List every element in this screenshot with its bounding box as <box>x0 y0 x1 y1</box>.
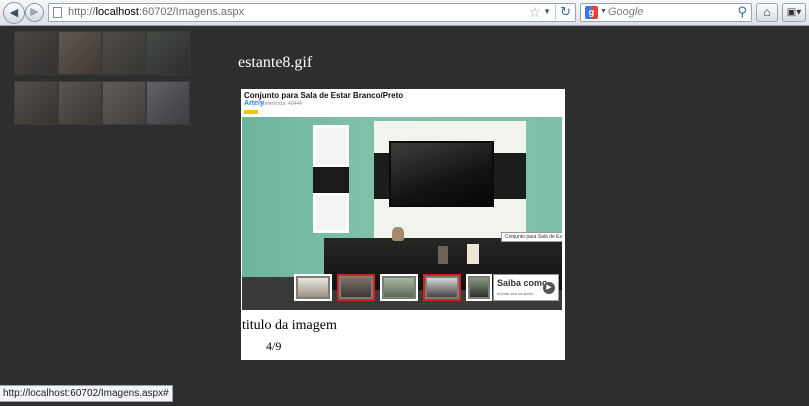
forward-arrow-icon: ▶ <box>30 6 39 18</box>
lightbox: Conjunto para Sala de Estar Branco/Preto… <box>241 89 565 360</box>
back-button[interactable]: ◀ <box>3 2 25 24</box>
url-host: localhost <box>95 6 139 18</box>
thumbnail[interactable] <box>146 31 190 75</box>
image-counter: 4/9 <box>266 339 282 353</box>
google-icon[interactable]: g <box>585 6 598 19</box>
assembly-video-button[interactable]: Saiba como montar seu conjunto ▶ <box>493 274 559 301</box>
tv-screen <box>389 141 494 207</box>
extensions-button[interactable]: ▣▾ <box>782 3 806 22</box>
page-content: estante8.gif Conjunto para Sala de Estar… <box>0 26 809 406</box>
image-filename: estante8.gif <box>238 54 313 71</box>
product-title: Conjunto para Sala de Estar Branco/Preto <box>244 91 404 100</box>
product-thumbnail[interactable] <box>380 274 418 301</box>
search-engine-dropdown-icon[interactable]: ▼ <box>600 8 607 15</box>
forward-button[interactable]: ▶ <box>25 3 44 22</box>
status-bar: http://localhost:60702/Imagens.aspx# <box>0 385 173 402</box>
chevron-down-icon[interactable]: ▼ <box>543 7 551 16</box>
shelf-unit <box>313 167 349 193</box>
search-bar[interactable]: g ▼ Google ⚲ <box>580 3 752 22</box>
back-arrow-icon: ◀ <box>9 6 19 19</box>
browser-toolbar: ◀ ▶ http://localhost:60702/Imagens.aspx … <box>0 0 809 26</box>
url-prefix: http:// <box>68 6 96 18</box>
decor-item <box>438 246 448 264</box>
thumbnail-grid <box>14 31 234 131</box>
search-icon[interactable]: ⚲ <box>737 4 747 20</box>
thumbnail[interactable] <box>146 81 190 125</box>
product-thumbnail-strip: Saiba como montar seu conjunto ▶ <box>294 274 562 304</box>
decor-item <box>392 227 404 241</box>
reload-icon[interactable]: ↻ <box>555 4 571 20</box>
extension-icon: ▣▾ <box>786 7 802 18</box>
play-icon: ▶ <box>543 282 555 294</box>
decor-item <box>467 244 479 264</box>
assembly-video-sublabel: montar seu conjunto <box>497 291 534 296</box>
url-bar[interactable]: http://localhost:60702/Imagens.aspx ☆ ▼ … <box>48 3 576 22</box>
thumbnail[interactable] <box>58 31 102 75</box>
page-icon <box>53 7 62 18</box>
home-icon: ⌂ <box>763 5 771 19</box>
search-input[interactable]: Google <box>608 6 643 18</box>
shelf-unit <box>313 193 349 233</box>
image-title: titulo da imagem <box>242 318 337 333</box>
product-thumbnail[interactable] <box>337 274 375 301</box>
shelf-unit <box>313 125 349 167</box>
product-thumbnail[interactable] <box>466 274 492 301</box>
thumbnail[interactable] <box>102 31 146 75</box>
product-thumbnail[interactable] <box>294 274 332 301</box>
product-reference: Referência: 40444 <box>261 101 302 107</box>
promo-badge <box>244 110 258 114</box>
url-text[interactable]: http://localhost:60702/Imagens.aspx <box>68 6 244 18</box>
assembly-video-label: Saiba como <box>497 278 548 288</box>
image-caption: Conjunto para Sala de Estar <box>501 232 562 242</box>
thumbnail[interactable] <box>14 31 58 75</box>
url-path: :60702/Imagens.aspx <box>138 6 245 18</box>
product-thumbnail[interactable] <box>423 274 461 301</box>
home-button[interactable]: ⌂ <box>756 3 778 22</box>
product-image: Conjunto para Sala de Estar Branco/Preto… <box>241 89 565 311</box>
room-scene: Conjunto para Sala de Estar Saiba como m… <box>242 117 562 310</box>
star-icon[interactable]: ☆ <box>528 4 541 21</box>
thumbnail[interactable] <box>58 81 102 125</box>
thumbnail[interactable] <box>14 81 58 125</box>
thumbnail[interactable] <box>102 81 146 125</box>
